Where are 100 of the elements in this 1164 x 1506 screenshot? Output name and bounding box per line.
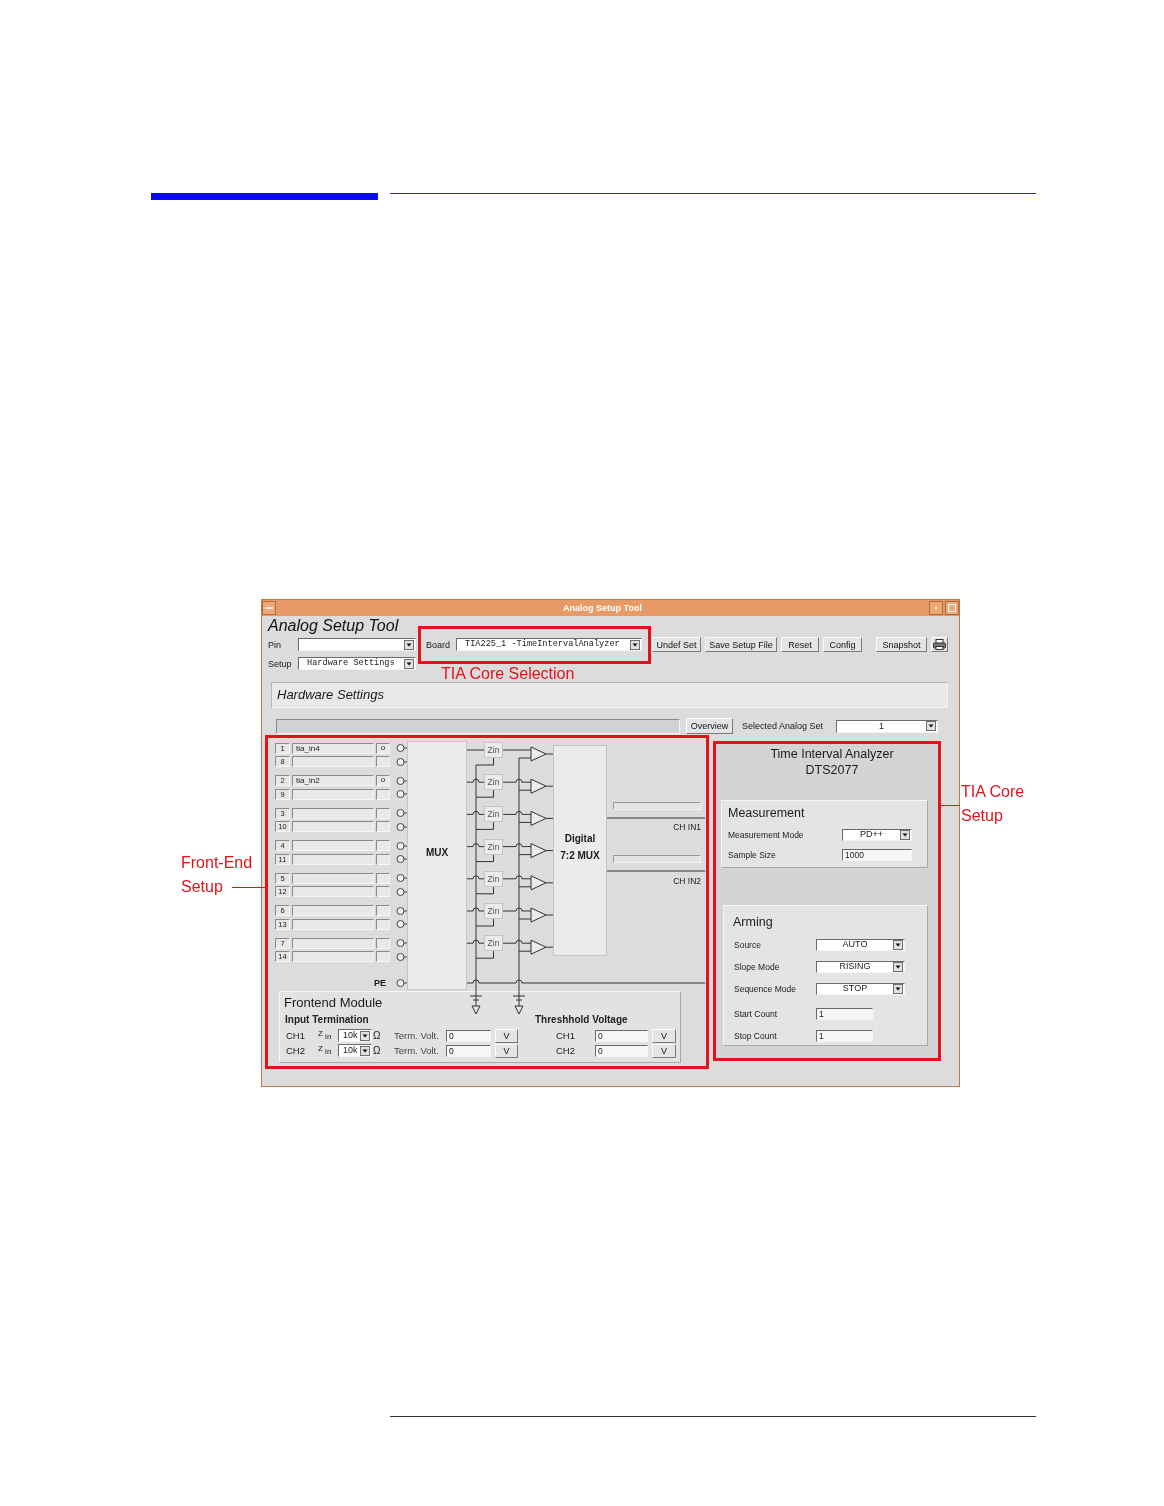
- wire-line: [466, 749, 485, 751]
- value-field[interactable]: 1: [816, 1029, 873, 1042]
- buffer-triangle-icon: [530, 778, 547, 794]
- pin-name-field[interactable]: [292, 807, 374, 819]
- section-header: Hardware Settings: [271, 682, 948, 708]
- window-title: Analog Setup Tool: [562, 602, 643, 615]
- channel-input-field[interactable]: [613, 802, 701, 810]
- pin-name-field[interactable]: [292, 821, 374, 832]
- zin-block: Zin: [484, 742, 503, 758]
- pin-option-field[interactable]: [376, 788, 390, 800]
- impedance-dropdown[interactable]: 10k: [338, 1029, 372, 1042]
- pin-name-field[interactable]: [292, 918, 374, 930]
- field-label: Term. Volt.: [394, 1045, 440, 1056]
- field-label: Sequence Mode: [733, 983, 797, 994]
- maximize-icon[interactable]: [945, 601, 959, 615]
- impedance-dropdown[interactable]: 10k: [338, 1044, 372, 1057]
- channel-label: CH1: [285, 1030, 306, 1041]
- dropdown-arrow-icon: [926, 721, 936, 731]
- wire-line: [545, 882, 554, 884]
- zin-block: Zin: [484, 903, 503, 919]
- option-dropdown[interactable]: STOP: [816, 982, 905, 995]
- pin-name-field[interactable]: [292, 756, 374, 767]
- voltage-field[interactable]: 0: [446, 1044, 491, 1057]
- app-heading: Analog Setup Tool: [268, 616, 399, 636]
- voltage-field[interactable]: 0: [595, 1029, 648, 1042]
- analog-set-dropdown[interactable]: 1: [836, 719, 938, 733]
- pin-option-field[interactable]: o: [376, 742, 390, 754]
- channel-label: CH IN2: [672, 875, 701, 887]
- connector-circle-icon: [396, 840, 407, 851]
- panel-title: Frontend Module: [284, 996, 383, 1010]
- wire-line: [545, 914, 554, 916]
- pin-option-field[interactable]: [376, 951, 390, 962]
- pin-option-field[interactable]: [376, 872, 390, 884]
- group-heading: Threshhold Voltage: [535, 1014, 628, 1026]
- board-dropdown[interactable]: TIA225_1 -TimeIntervalAnalyzer: [456, 638, 642, 651]
- option-dropdown[interactable]: PD++: [842, 828, 912, 841]
- pin-option-field[interactable]: [376, 853, 390, 865]
- value-field[interactable]: 1: [816, 1007, 873, 1020]
- field-label: Slope Mode: [733, 961, 781, 972]
- pin-name-field[interactable]: [292, 951, 374, 962]
- group-title: Measurement: [728, 806, 805, 820]
- pin-option-field[interactable]: [376, 807, 390, 819]
- window-menu-icon[interactable]: [262, 601, 276, 615]
- channel-label: CH2: [285, 1045, 306, 1056]
- panel-title: Time Interval Analyzer: [769, 746, 895, 762]
- zin-block: Zin: [484, 774, 503, 791]
- connector-circle-icon: [396, 873, 407, 883]
- pin-name-field[interactable]: [292, 788, 374, 800]
- pin-option-field[interactable]: [376, 886, 390, 897]
- pin-name-field[interactable]: [292, 840, 374, 851]
- voltage-field[interactable]: 0: [446, 1029, 491, 1042]
- value-field[interactable]: 1000: [842, 848, 912, 861]
- pin-option-field[interactable]: [376, 937, 390, 949]
- unit-button[interactable]: V: [652, 1028, 676, 1043]
- toolbar-button[interactable]: Undef Set: [652, 637, 701, 652]
- field-label: Term. Volt.: [394, 1030, 440, 1041]
- voltage-field[interactable]: 0: [595, 1044, 648, 1057]
- pin-name-field[interactable]: [292, 872, 374, 884]
- toolbar-button[interactable]: Save Setup File: [705, 637, 777, 652]
- connector-circle-icon: [396, 905, 407, 916]
- pin-option-field[interactable]: [376, 905, 390, 916]
- callout-label: Front-End: [181, 853, 253, 873]
- channel-input-field[interactable]: [613, 855, 701, 863]
- wire-line: [545, 946, 554, 948]
- model-label: DTS2077: [804, 762, 860, 778]
- option-dropdown[interactable]: RISING: [816, 960, 905, 973]
- buffer-triangle-icon: [530, 907, 547, 923]
- toolbar-button[interactable]: Snapshot: [876, 637, 927, 652]
- minimize-icon[interactable]: [929, 601, 943, 615]
- connector-circle-icon: [396, 951, 407, 962]
- pin-option-field[interactable]: o: [376, 775, 390, 786]
- connector-circle-icon: [396, 938, 407, 948]
- unit-button[interactable]: V: [652, 1043, 676, 1058]
- buffer-triangle-icon: [530, 746, 547, 762]
- pe-label: PE: [374, 977, 386, 989]
- pin-name-field[interactable]: [292, 937, 374, 949]
- pin-option-field[interactable]: [376, 756, 390, 767]
- unit-button[interactable]: V: [495, 1043, 518, 1058]
- connector-circle-icon: [396, 775, 407, 786]
- field-label: Board: [426, 639, 452, 650]
- pin-name-field[interactable]: tia_in4: [292, 742, 374, 754]
- channel-label: CH1: [556, 1030, 576, 1041]
- field-label: Stop Count: [733, 1030, 778, 1041]
- toolbar-button[interactable]: Config: [823, 637, 862, 652]
- unit-button[interactable]: V: [495, 1028, 518, 1043]
- toolbar-button[interactable]: Reset: [781, 637, 819, 652]
- setup-dropdown[interactable]: Hardware Settings: [298, 657, 416, 670]
- pin-name-field[interactable]: [292, 886, 374, 897]
- mux-block: MUX: [407, 741, 467, 990]
- wire-line: [545, 785, 554, 787]
- pin-name-field[interactable]: [292, 853, 374, 865]
- pin-option-field[interactable]: [376, 821, 390, 832]
- pin-option-field[interactable]: [376, 918, 390, 930]
- pin-dropdown[interactable]: [298, 638, 416, 651]
- pin-name-field[interactable]: tia_in2: [292, 775, 374, 786]
- print-button[interactable]: [931, 637, 948, 652]
- option-dropdown[interactable]: AUTO: [816, 938, 905, 951]
- pin-option-field[interactable]: [376, 840, 390, 851]
- overview-button[interactable]: Overview: [686, 718, 733, 734]
- pin-name-field[interactable]: [292, 905, 374, 916]
